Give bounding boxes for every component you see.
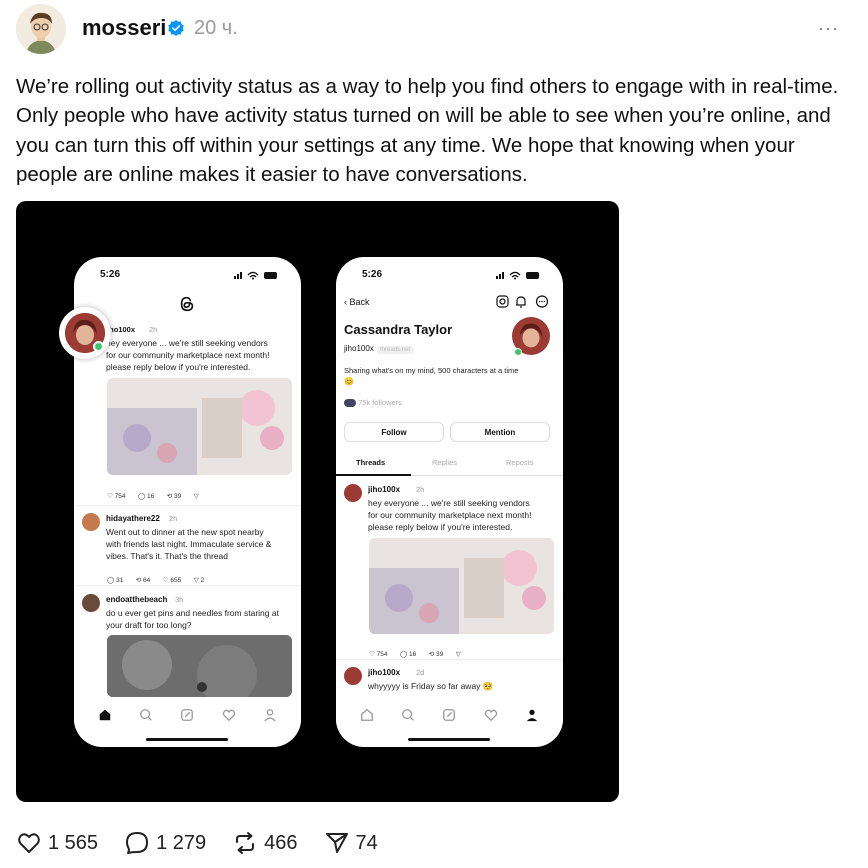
home-indicator	[146, 738, 228, 741]
comment-icon[interactable]: ◯ 31	[107, 576, 123, 584]
profile-post1-photo	[369, 538, 554, 634]
online-avatar-highlight	[59, 307, 111, 359]
share-count: 74	[355, 831, 378, 854]
compose-icon[interactable]	[180, 708, 194, 722]
feed-post2-avatar[interactable]	[82, 513, 100, 531]
feed-post3-text2: your draft for too long?	[106, 620, 192, 630]
repost-icon	[236, 832, 255, 854]
feed-post1-time: 2h	[149, 325, 158, 334]
status-bar-time: 5:26	[362, 269, 383, 280]
phone-profile-mockup: 5:26 ‹ Back Cassandra Taylor jiho100x th…	[336, 257, 563, 747]
search-icon[interactable]	[401, 708, 415, 722]
heart-icon	[18, 833, 40, 853]
profile-followers[interactable]: 75k followers	[344, 398, 402, 408]
send-icon[interactable]: ▽ 2	[194, 576, 204, 584]
feed-post2-text3: vibes. That's it. That's the thread	[106, 551, 228, 561]
profile-name: Cassandra Taylor	[344, 322, 453, 337]
profile-bio: Sharing what's on my mind, 500 character…	[344, 366, 519, 375]
home-icon[interactable]	[98, 708, 112, 722]
online-status-dot	[93, 341, 104, 352]
profile-post1-text3: please reply below if you're interested.	[368, 522, 513, 532]
profile-bio-emoji: 😊	[344, 377, 354, 386]
send-icon[interactable]: ▽	[194, 492, 199, 500]
send-icon	[325, 833, 348, 853]
feed-post3-avatar[interactable]	[82, 594, 100, 612]
post-actions-bar: 1 565 1 279 466 74	[16, 830, 378, 856]
like-count: 1 565	[48, 831, 99, 854]
profile-handle: jiho100x threads.net	[344, 344, 415, 354]
profile-post1-user: jiho100x	[368, 485, 401, 494]
profile-post2-text1: whyyyyy is Friday so far away 🥺	[368, 681, 494, 691]
feed-post1-text3: please reply below if you're interested.	[106, 362, 251, 372]
post-timestamp: 20 ч.	[194, 17, 238, 39]
comment-icon[interactable]: ◯ 16	[400, 650, 416, 658]
feed-bottom-nav	[74, 701, 301, 729]
status-icons	[234, 271, 277, 280]
post-caption: We’re rolling out activity status as a w…	[16, 75, 839, 187]
profile-bottom-nav	[336, 701, 563, 729]
author-username[interactable]: mosseri	[82, 15, 166, 41]
profile-icon[interactable]	[263, 708, 277, 722]
author-avatar[interactable]	[16, 4, 66, 54]
comment-icon[interactable]: ◯ 16	[138, 492, 154, 500]
share-button[interactable]: 74	[324, 830, 378, 856]
feed-post3-time: 3h	[175, 595, 184, 604]
more-options-button[interactable]: ···	[818, 18, 839, 39]
profile-post1-time: 2h	[416, 485, 425, 494]
profile-post2-time: 2d	[416, 668, 425, 677]
repost-icon[interactable]: ⟲ 39	[429, 650, 444, 658]
home-icon[interactable]	[360, 708, 374, 722]
status-icons	[496, 271, 539, 280]
repost-count: 466	[264, 831, 298, 854]
repost-icon[interactable]: ⟲ 64	[136, 576, 151, 584]
profile-icon[interactable]	[525, 708, 539, 722]
mention-button[interactable]: Mention	[450, 422, 550, 442]
threads-logo-icon	[180, 296, 194, 312]
repost-button[interactable]: 466	[232, 830, 298, 856]
feed-post1-text2: for our community marketplace next month…	[106, 350, 270, 360]
heart-icon[interactable]: ♡ 655	[163, 576, 182, 584]
send-icon[interactable]: ▽	[456, 650, 461, 658]
comment-icon	[126, 832, 149, 854]
tab-replies[interactable]: Replies	[432, 458, 457, 467]
feed-post2-text2: with friends last night. Immaculate serv…	[106, 539, 272, 549]
profile-post2-user: jiho100x	[368, 668, 401, 677]
feed-post1-photo	[107, 378, 292, 475]
feed-post3-photo	[107, 635, 292, 697]
reply-button[interactable]: 1 279	[124, 830, 206, 856]
status-bar-time: 5:26	[100, 269, 121, 280]
profile-header-icons[interactable]	[496, 295, 554, 308]
reply-count: 1 279	[156, 831, 207, 854]
tab-reposts[interactable]: Reposts	[506, 458, 534, 467]
home-indicator	[408, 738, 490, 741]
follow-button[interactable]: Follow	[344, 422, 444, 442]
heart-icon[interactable]: ♡ 754	[369, 650, 388, 658]
post-media-image[interactable]: 5:26 jiho100x 2h hey everyone ... we're …	[16, 201, 619, 802]
like-button[interactable]: 1 565	[16, 830, 98, 856]
online-status-dot	[514, 348, 522, 356]
tab-threads[interactable]: Threads	[356, 458, 385, 467]
heart-icon[interactable]: ♡ 754	[107, 492, 126, 500]
profile-post2-avatar[interactable]	[344, 667, 362, 685]
search-icon[interactable]	[139, 708, 153, 722]
activity-heart-icon[interactable]	[222, 708, 236, 722]
profile-post1-text2: for our community marketplace next month…	[368, 510, 532, 520]
active-tab-indicator	[336, 474, 411, 476]
feed-post1-actions: ♡ 754 ◯ 16 ⟲ 39 ▽	[107, 485, 207, 503]
feed-post3-text1: do u ever get pins and needles from star…	[106, 608, 279, 618]
profile-post1-avatar[interactable]	[344, 484, 362, 502]
back-button[interactable]: ‹ Back	[344, 297, 370, 307]
feed-post2-text1: Went out to dinner at the new spot nearb…	[106, 527, 264, 537]
compose-icon[interactable]	[442, 708, 456, 722]
activity-heart-icon[interactable]	[484, 708, 498, 722]
profile-post1-text1: hey everyone ... we're still seeking ven…	[368, 498, 530, 508]
feed-post1-text1: hey everyone ... we're still seeking ven…	[106, 338, 268, 348]
repost-icon[interactable]: ⟲ 39	[167, 492, 182, 500]
feed-post3-user: endoatthebeach	[106, 595, 168, 604]
verified-badge-icon	[168, 19, 184, 37]
feed-post2-time: 2h	[169, 514, 178, 523]
feed-post2-user: hidayathere22	[106, 514, 160, 523]
